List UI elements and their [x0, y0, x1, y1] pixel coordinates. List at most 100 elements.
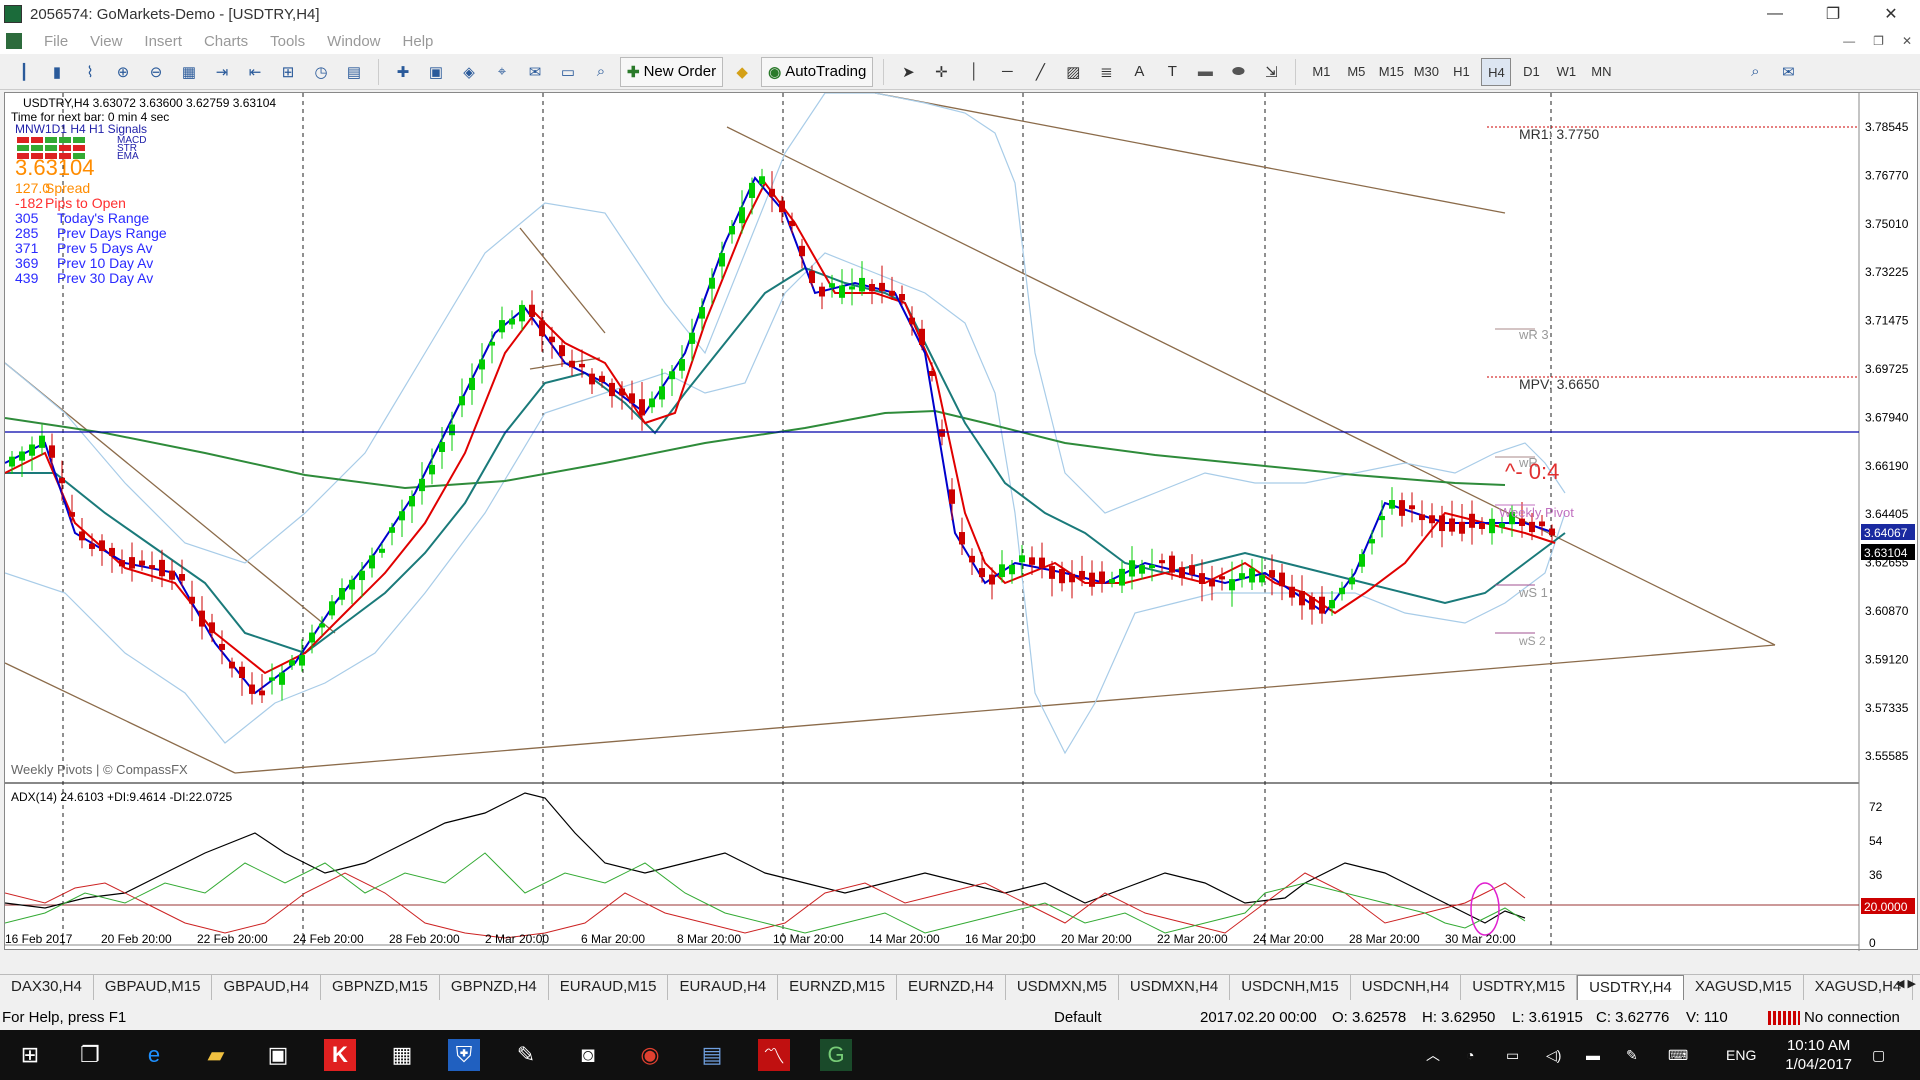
chart-tab[interactable]: EURNZD,H4: [897, 975, 1006, 1000]
chart-tab[interactable]: GBPAUD,M15: [94, 975, 213, 1000]
tf-mn[interactable]: MN: [1586, 58, 1616, 86]
fibonacci-icon[interactable]: ≣: [1092, 58, 1120, 86]
pen-icon[interactable]: ✎: [1626, 1030, 1638, 1080]
data-window-icon[interactable]: ⌖: [488, 58, 516, 86]
edge-icon[interactable]: e: [138, 1039, 170, 1071]
vertical-line-icon[interactable]: │: [960, 58, 988, 86]
autotrading-button[interactable]: ◉ AutoTrading: [761, 56, 874, 87]
battery-icon[interactable]: ▬: [1586, 1030, 1600, 1080]
mdi-minimize-icon[interactable]: —: [1843, 34, 1855, 48]
candlestick-icon[interactable]: ▮: [43, 58, 71, 86]
meta-editor-icon[interactable]: ◆: [728, 58, 756, 86]
profile-name[interactable]: Default: [1054, 1009, 1102, 1026]
navigator-icon[interactable]: ✉: [521, 58, 549, 86]
chart-tab[interactable]: EURNZD,M15: [778, 975, 897, 1000]
volume-icon[interactable]: ◁): [1546, 1030, 1561, 1080]
menu-insert[interactable]: Insert: [144, 33, 182, 50]
channel-icon[interactable]: ▨: [1059, 58, 1087, 86]
menu-file[interactable]: File: [44, 33, 68, 50]
chart-tab[interactable]: GBPAUD,H4: [212, 975, 322, 1000]
strategy-tester-icon[interactable]: ⌕: [587, 58, 615, 86]
chart-tab[interactable]: EURAUD,H4: [668, 975, 779, 1000]
chart-tab[interactable]: USDMXN,M5: [1006, 975, 1119, 1000]
auto-scroll-icon[interactable]: ⇥: [208, 58, 236, 86]
connection-status[interactable]: No connection: [1768, 1009, 1900, 1026]
chart-tab[interactable]: USDTRY,M15: [1461, 975, 1578, 1000]
tf-h1[interactable]: H1: [1446, 58, 1476, 86]
task-view-icon[interactable]: ❐: [74, 1039, 106, 1071]
horizontal-line-icon[interactable]: ─: [993, 58, 1021, 86]
restore-button[interactable]: ❐: [1804, 0, 1862, 28]
chart-tab[interactable]: XAGUSD,M15: [1684, 975, 1804, 1000]
minimize-button[interactable]: —: [1746, 0, 1804, 28]
menu-tools[interactable]: Tools: [270, 33, 305, 50]
paint-icon[interactable]: ✎: [510, 1039, 542, 1071]
touch-keyboard-icon[interactable]: ⌨: [1668, 1030, 1688, 1080]
mdi-restore-icon[interactable]: ❐: [1873, 34, 1884, 48]
camera-icon[interactable]: ◙: [572, 1039, 604, 1071]
chart-shift-icon[interactable]: ⇤: [241, 58, 269, 86]
menu-charts[interactable]: Charts: [204, 33, 248, 50]
shield-icon[interactable]: ⛨: [448, 1039, 480, 1071]
tray-chevron-icon[interactable]: ︿: [1426, 1030, 1440, 1080]
start-icon[interactable]: ⊞: [14, 1039, 46, 1071]
tf-m30[interactable]: M30: [1411, 58, 1441, 86]
chat-icon[interactable]: ✉: [1774, 58, 1802, 86]
market-watch-icon[interactable]: ◈: [455, 58, 483, 86]
calculator-icon[interactable]: ▦: [386, 1039, 418, 1071]
periods-icon[interactable]: ◷: [307, 58, 335, 86]
text-label-icon[interactable]: T: [1158, 58, 1186, 86]
chart-window[interactable]: MR1: 3.7750 wR 3 MPV: 3.6650 wR Weekly P…: [4, 92, 1918, 951]
tf-m1[interactable]: M1: [1306, 58, 1336, 86]
ellipse-icon[interactable]: ⬬: [1224, 58, 1252, 86]
clock[interactable]: 10:10 AM 1/04/2017: [1785, 1036, 1852, 1074]
zoom-out-icon[interactable]: ⊖: [142, 58, 170, 86]
metatrader-icon[interactable]: G: [820, 1039, 852, 1071]
remote-desktop-icon[interactable]: ▤: [696, 1039, 728, 1071]
rectangle-icon[interactable]: ▬: [1191, 58, 1219, 86]
chart-tab[interactable]: GBPNZD,M15: [321, 975, 440, 1000]
chart-tab[interactable]: GBPNZD,H4: [440, 975, 549, 1000]
tab-scroll-arrows-icon[interactable]: ◀ ▶: [1896, 977, 1916, 990]
chart-tab[interactable]: DAX30,H4: [0, 975, 94, 1000]
chart-tab[interactable]: USDCNH,M15: [1230, 975, 1351, 1000]
menu-window[interactable]: Window: [327, 33, 380, 50]
bar-chart-icon[interactable]: ┃: [10, 58, 38, 86]
menu-help[interactable]: Help: [403, 33, 434, 50]
store-icon[interactable]: ▣: [262, 1039, 294, 1071]
chrome-icon[interactable]: ◉: [634, 1039, 666, 1071]
new-chart-icon[interactable]: ✚: [389, 58, 417, 86]
profiles-icon[interactable]: ▣: [422, 58, 450, 86]
notifications-icon[interactable]: ▢: [1872, 1030, 1885, 1080]
chart-tab[interactable]: USDCNH,H4: [1351, 975, 1462, 1000]
close-button[interactable]: ✕: [1862, 0, 1920, 28]
search-icon[interactable]: ⌕: [1741, 58, 1769, 86]
chart-tab[interactable]: EURAUD,M15: [549, 975, 669, 1000]
line-chart-icon[interactable]: ⌇: [76, 58, 104, 86]
menu-view[interactable]: View: [90, 33, 122, 50]
network-icon[interactable]: ◔: [1466, 1030, 1474, 1080]
tile-windows-icon[interactable]: ▦: [175, 58, 203, 86]
terminal-icon[interactable]: ▭: [554, 58, 582, 86]
arrows-icon[interactable]: ⇲: [1257, 58, 1285, 86]
trading-app-icon[interactable]: 〽: [758, 1039, 790, 1071]
chart-tab[interactable]: USDTRY,H4: [1577, 975, 1684, 1000]
tf-h4[interactable]: H4: [1481, 57, 1512, 86]
annotation-circle[interactable]: [1470, 882, 1500, 936]
candlesticks[interactable]: [9, 168, 1555, 705]
templates-icon[interactable]: ▤: [340, 58, 368, 86]
cursor-icon[interactable]: ➤: [894, 58, 922, 86]
indicators-icon[interactable]: ⊞: [274, 58, 302, 86]
file-explorer-icon[interactable]: ▰: [200, 1039, 232, 1071]
mdi-close-icon[interactable]: ✕: [1902, 34, 1912, 48]
text-icon[interactable]: A: [1125, 58, 1153, 86]
new-order-button[interactable]: ✚ New Order: [620, 56, 724, 87]
zoom-in-icon[interactable]: ⊕: [109, 58, 137, 86]
tf-d1[interactable]: D1: [1516, 58, 1546, 86]
tf-m5[interactable]: M5: [1341, 58, 1371, 86]
language-indicator[interactable]: ENG: [1726, 1030, 1756, 1080]
keyboard-icon[interactable]: ▭: [1506, 1030, 1519, 1080]
k-app-icon[interactable]: K: [324, 1039, 356, 1071]
chart-tab[interactable]: USDMXN,H4: [1119, 975, 1231, 1000]
trendline-icon[interactable]: ╱: [1026, 58, 1054, 86]
